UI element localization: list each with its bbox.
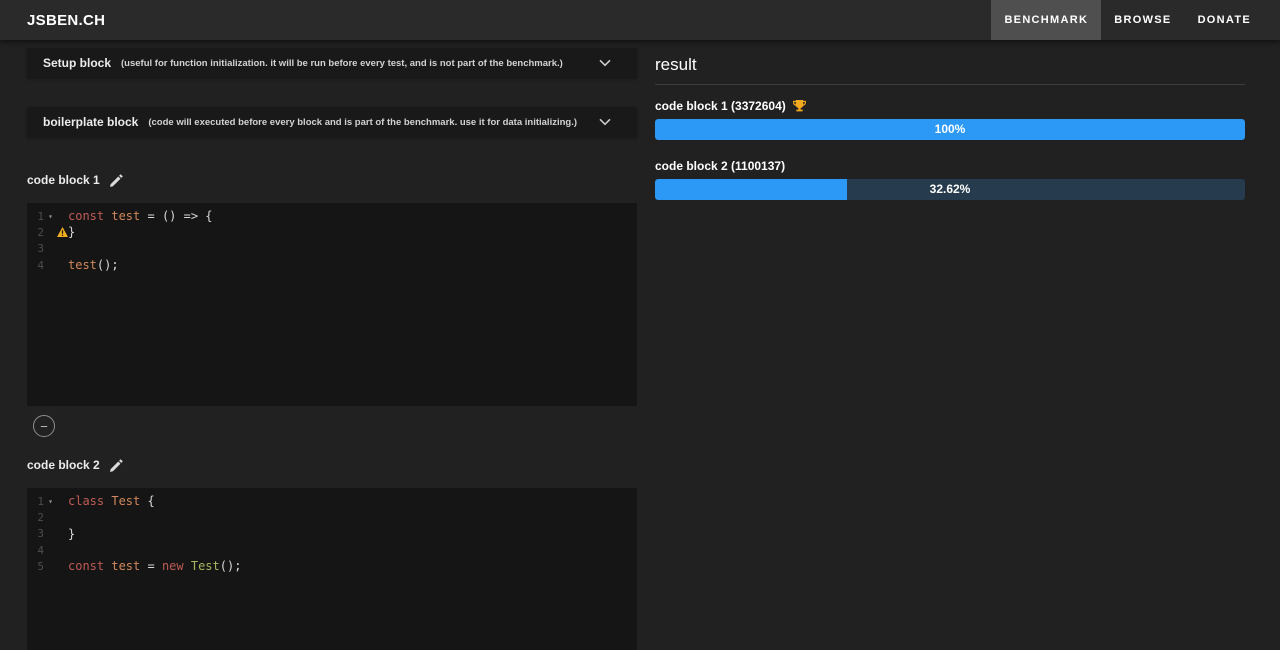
trophy-icon [792,99,806,113]
code-block-title-row: code block 2 [27,458,637,472]
result-item-label: code block 1 (3372604) [655,99,786,113]
editor-line: 2 } [27,224,637,240]
line-number: 2 [37,510,44,524]
brand-logo[interactable]: JSBEN.CH [0,12,105,29]
editor-line: 5 const test = new Test(); [27,558,637,574]
editor-gutter: 1 ▾ [27,210,68,223]
chevron-down-icon[interactable] [599,59,611,67]
edit-pencil-icon[interactable] [109,173,123,187]
minus-icon: − [40,418,48,434]
code-text: } [68,526,76,541]
line-number: 5 [37,559,44,573]
editor-line: 3 } [27,526,637,542]
progress-percent-label: 32.62% [929,182,971,196]
accordion-hint: (code will executed before every block a… [148,116,578,128]
line-number: 2 [37,225,44,239]
remove-block-button[interactable]: − [33,415,55,437]
result-progress-bar: 100% [655,119,1245,140]
nav-item-benchmark[interactable]: BENCHMARK [991,0,1102,40]
editor-gutter: 2 [27,511,68,524]
code-text: const test = () => { [68,209,213,224]
result-list: code block 1 (3372604) 100% code block 2… [655,99,1245,200]
editor-gutter: 1 ▾ [27,495,68,508]
editor-gutter: 2 [27,226,68,239]
result-column: result code block 1 (3372604) 100% code … [655,40,1245,650]
editor-line: 2 [27,509,637,525]
top-navbar: JSBEN.CH BENCHMARK BROWSE DONATE [0,0,1280,40]
main-content: Setup block (useful for function initial… [0,40,1280,650]
accordion-header[interactable]: Setup block (useful for function initial… [27,48,637,78]
nav-item-label: DONATE [1197,14,1251,26]
code-block: code block 2 1 ▾ class Test { 2 3} 4 5 … [27,458,637,650]
accordion-title: Setup block [43,56,112,70]
code-text: const test = new Test(); [68,559,242,574]
editor-gutter: 5 [27,560,68,573]
edit-pencil-icon[interactable] [109,458,123,472]
line-number: 4 [37,543,44,557]
benchmark-column: Setup block (useful for function initial… [27,40,637,650]
line-number: 4 [37,258,44,272]
fold-arrow-icon[interactable]: ▾ [45,212,56,221]
line-number: 3 [37,242,44,256]
code-block: code block 1 1 ▾ const test = () => {2 … [27,173,637,406]
editor-line: 3 [27,241,637,257]
result-item: code block 2 (1100137) 32.62% [655,159,1245,200]
code-block-title-row: code block 1 [27,173,637,187]
editor-line: 4 test(); [27,257,637,273]
editor-gutter: 4 [27,544,68,557]
chevron-down-icon[interactable] [599,118,611,126]
code-text: } [68,225,76,240]
line-number: 1 [37,209,44,223]
result-progress-bar: 32.62% [655,179,1245,200]
accordion-hint: (useful for function initialization. it … [121,57,563,69]
result-item: code block 1 (3372604) 100% [655,99,1245,140]
editor-gutter: 4 [27,259,68,272]
line-number: 1 [37,494,44,508]
result-heading: result [655,55,1245,85]
editor-gutter: 3 [27,242,68,255]
code-text: class Test { [68,494,155,509]
code-block-title: code block 2 [27,458,100,472]
editor-line: 1 ▾ const test = () => { [27,208,637,224]
editor-line: 4 [27,542,637,558]
code-editor[interactable]: 1 ▾ const test = () => { 2} 3 4 test(); [27,203,637,406]
warning-icon [57,227,68,238]
progress-percent-label: 100% [934,122,966,136]
nav-item-donate[interactable]: DONATE [1185,0,1264,40]
fold-arrow-icon[interactable]: ▾ [45,497,56,506]
result-item-label: code block 2 (1100137) [655,159,786,173]
editor-gutter: 3 [27,527,68,540]
nav-menu: BENCHMARK BROWSE DONATE [991,0,1264,40]
accordion-header[interactable]: boilerplate block (code will executed be… [27,107,637,137]
line-number: 3 [37,527,44,541]
editor-line: 1 ▾ class Test { [27,493,637,509]
nav-item-label: BROWSE [1114,14,1172,26]
code-block-title: code block 1 [27,173,100,187]
nav-item-label: BENCHMARK [1004,14,1089,26]
code-editor[interactable]: 1 ▾ class Test { 2 3} 4 5 const test = … [27,488,637,650]
accordion-title: boilerplate block [43,115,139,129]
nav-item-browse[interactable]: BROWSE [1101,0,1184,40]
code-text: test(); [68,258,119,273]
